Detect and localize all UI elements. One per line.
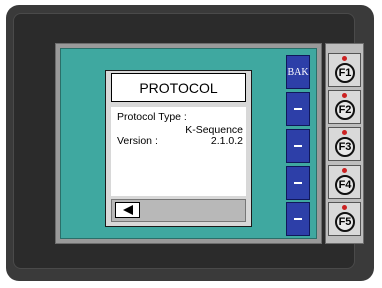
f4-key[interactable]: F4 [328,165,361,199]
softkey-4[interactable] [286,166,310,200]
f4-label: F4 [335,175,355,195]
protocol-type-label: Protocol Type : [117,111,187,123]
dash-icon [294,108,302,110]
bak-softkey[interactable]: BAK [286,55,310,89]
dialog-title: PROTOCOL [111,73,246,102]
f1-label: F1 [335,63,355,83]
softkey-3[interactable] [286,129,310,163]
led-indicator [342,168,347,173]
bak-label: BAK [287,66,309,78]
f2-label: F2 [335,100,355,120]
led-indicator [342,56,347,61]
softkey-5[interactable] [286,202,310,236]
f3-key[interactable]: F3 [328,127,361,161]
back-button[interactable] [115,202,140,218]
left-arrow-icon [122,205,133,215]
version-label: Version : [117,135,158,147]
led-indicator [342,130,347,135]
f2-key[interactable]: F2 [328,90,361,124]
f5-key[interactable]: F5 [328,202,361,236]
softkey-2[interactable] [286,92,310,126]
f3-label: F3 [335,137,355,157]
f5-label: F5 [335,212,355,232]
version-value: 2.1.0.2 [210,135,243,147]
dash-icon [294,182,302,184]
dash-icon [294,218,302,220]
led-indicator [342,205,347,210]
led-indicator [342,93,347,98]
f1-key[interactable]: F1 [328,53,361,87]
dash-icon [294,145,302,147]
